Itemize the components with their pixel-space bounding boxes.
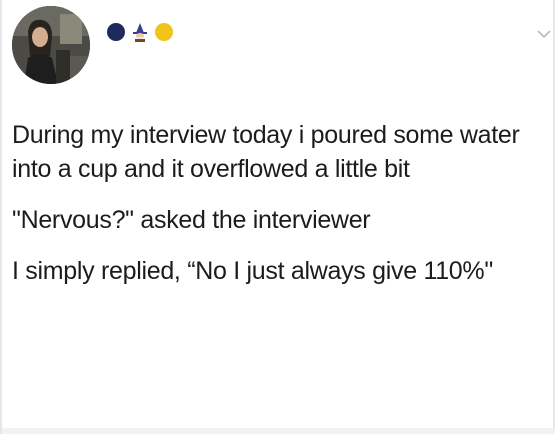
profile-photo-icon (12, 6, 90, 84)
wizard-icon (130, 22, 150, 42)
post-header (2, 0, 555, 110)
post-paragraph: I simply replied, “No I just always give… (12, 257, 493, 285)
post-paragraph: During my interview today i poured some … (12, 121, 520, 183)
chevron-down-icon[interactable] (537, 26, 551, 39)
card-bottom-edge (2, 428, 555, 434)
avatar[interactable] (12, 6, 90, 84)
yellow-circle-icon (154, 22, 174, 42)
display-name-emojis[interactable] (106, 20, 174, 44)
post-body: During my interview today i poured some … (12, 118, 542, 305)
dark-blue-circle-icon (106, 22, 126, 42)
post-card: During my interview today i poured some … (0, 0, 555, 434)
post-paragraph: "Nervous?" asked the interviewer (12, 206, 371, 234)
